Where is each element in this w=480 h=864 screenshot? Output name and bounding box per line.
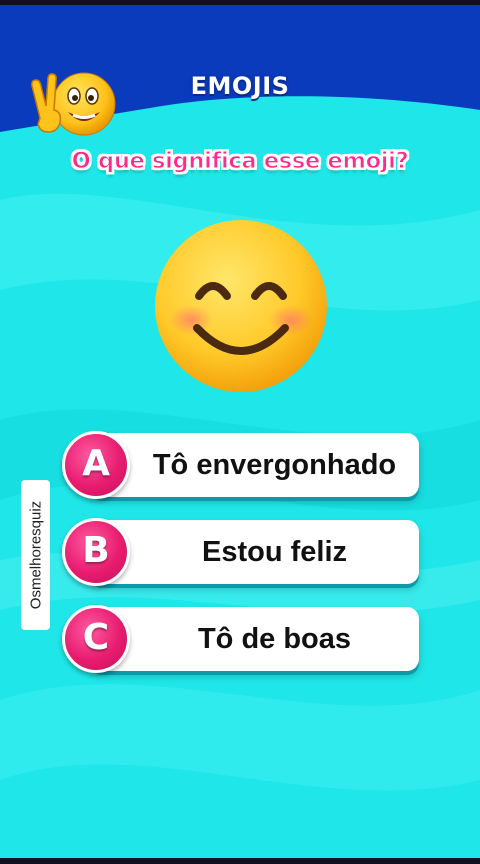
quiz-screen: EMOJIS O que significa esse emoji? A Tô … [0, 0, 480, 864]
answer-option-a[interactable]: A Tô envergonhado [62, 431, 419, 499]
header-title: EMOJIS [190, 72, 290, 100]
option-label[interactable]: Tô de boas [130, 607, 419, 671]
watermark-text: Osmelhoresquiz [27, 500, 44, 610]
watermark: Osmelhoresquiz [21, 480, 50, 630]
option-label[interactable]: Estou feliz [130, 520, 419, 584]
answer-option-b[interactable]: B Estou feliz [62, 518, 419, 586]
option-letter: B [82, 530, 110, 571]
option-letter: C [82, 617, 110, 658]
question-text: O que significa esse emoji? [71, 148, 409, 175]
bottom-bar [0, 858, 480, 864]
option-letter: A [82, 443, 110, 484]
top-bar [0, 0, 480, 5]
option-label[interactable]: Tô envergonhado [130, 433, 419, 497]
smiling-face-with-smiling-eyes-icon [155, 220, 327, 392]
answer-option-c[interactable]: C Tô de boas [62, 605, 419, 673]
